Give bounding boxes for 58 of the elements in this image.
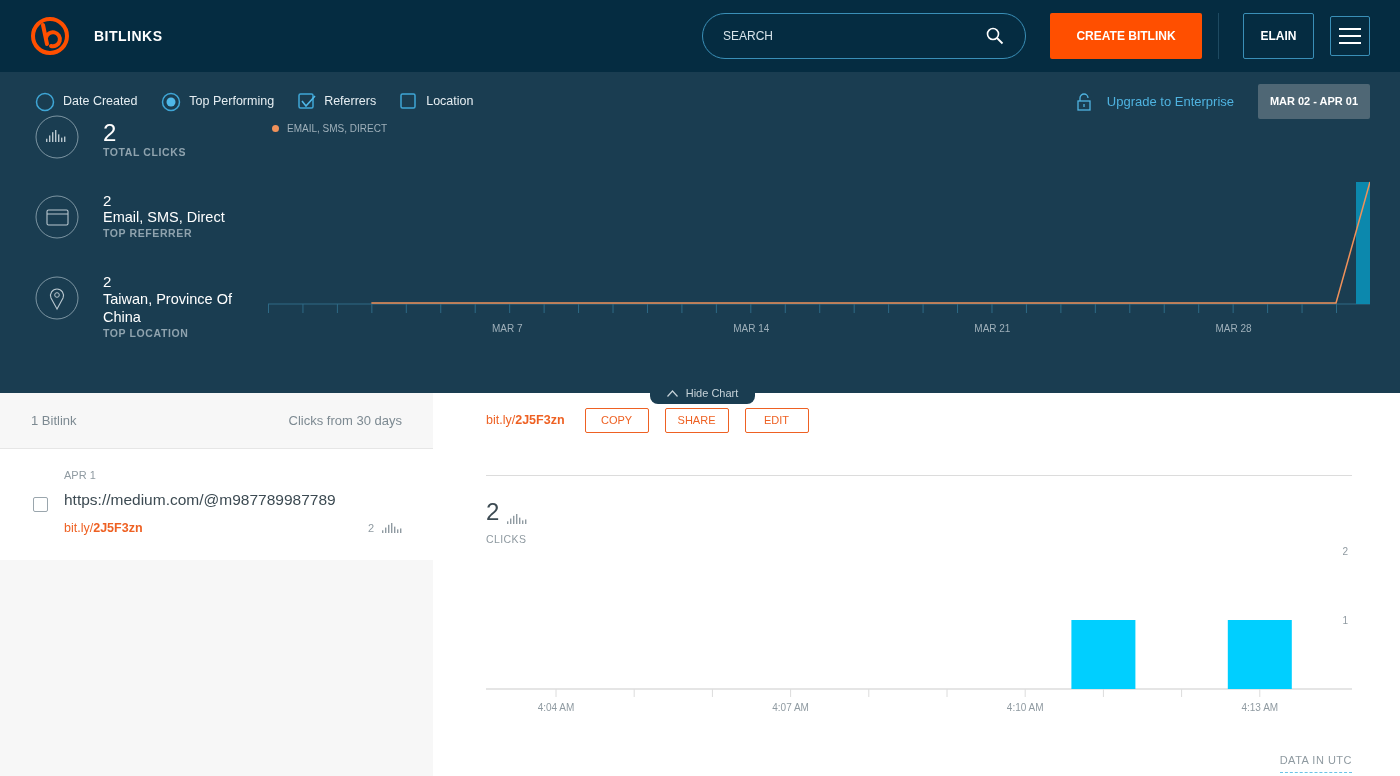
y-tick-label: 2 (1342, 545, 1348, 557)
bitlink-count: 1 Bitlink (31, 411, 77, 430)
menu-icon (1339, 27, 1361, 45)
legend-dot-icon (272, 125, 279, 132)
checkbox-option[interactable]: Referrers (298, 92, 377, 111)
legend-label: EMAIL, SMS, DIRECT (287, 122, 387, 136)
stat-value: 2 (103, 274, 113, 291)
x-tick-label: 4:07 AM (772, 701, 809, 713)
user-button[interactable]: ELAIN (1243, 13, 1314, 59)
x-tick-label: 4:13 AM (1241, 701, 1279, 713)
x-tick-label: 4:04 AM (537, 701, 575, 713)
action-button[interactable]: SHARE (664, 408, 729, 433)
logo-icon (30, 16, 70, 56)
utc-note: DATA IN UTC (1279, 751, 1352, 774)
search-icon (986, 27, 1004, 45)
radio-option[interactable]: Date Created (35, 91, 138, 112)
checkbox-option[interactable]: Location (400, 92, 474, 111)
search-field[interactable]: SEARCH (702, 13, 1026, 59)
bar-chart-icon (507, 514, 528, 524)
stat-label: TOP REFERRER (103, 226, 194, 242)
bar-chart-icon (35, 115, 79, 159)
chart-bar (1071, 619, 1136, 689)
short-link[interactable]: bit.ly/2J5F3zn (486, 411, 565, 430)
create-button[interactable]: CREATE BITLINK (1050, 13, 1202, 59)
date-range-button[interactable]: MAR 02 - APR 01 (1258, 84, 1370, 119)
bitlink-item[interactable]: APR 1 https://medium.com/@m987789987789 bit.ly/2J5F3zn 2 (0, 449, 433, 560)
brand-title: BITLINKS (94, 26, 163, 46)
clicks-label: CLICKS (486, 532, 528, 547)
upgrade-link[interactable]: Upgrade to Enterprise (1076, 91, 1234, 112)
x-tick-label: 4:10 AM (1006, 701, 1044, 713)
axis-label: MAR 7 (492, 322, 523, 336)
action-button[interactable]: EDIT (744, 408, 809, 433)
stat-name: Taiwan, Province Of China (103, 289, 233, 326)
stat-label: TOTAL CLICKS (103, 145, 187, 160)
stat-label: TOP LOCATION (103, 325, 190, 341)
axis-label: MAR 14 (733, 322, 770, 336)
short-link[interactable]: bit.ly/2J5F3zn (64, 518, 143, 538)
menu-button[interactable] (1330, 16, 1370, 56)
radio-option[interactable]: Top Performing (161, 91, 275, 112)
browser-window-icon (35, 194, 79, 239)
caret-up-icon (666, 389, 678, 397)
checkbox[interactable] (33, 497, 48, 512)
y-tick-label: 1 (1342, 614, 1348, 626)
click-count: 2 (367, 520, 374, 536)
stat-value: 2 (103, 121, 118, 145)
item-url: https://medium.com/@m987789987789 (64, 489, 337, 510)
axis-label: MAR 21 (974, 322, 1011, 336)
bar-chart-icon (382, 523, 402, 534)
chart-bar (1227, 619, 1292, 689)
item-date: APR 1 (64, 468, 97, 483)
map-pin-icon (35, 276, 79, 321)
stat-name: Email, SMS, Direct (103, 208, 225, 227)
action-button[interactable]: COPY (584, 408, 649, 433)
lock-icon (1076, 92, 1091, 111)
stat-value: 2 (103, 192, 113, 210)
axis-label: MAR 28 (1215, 322, 1252, 336)
clicks-total: 2 (486, 500, 500, 524)
clicks-period: Clicks from 30 days (288, 411, 402, 430)
